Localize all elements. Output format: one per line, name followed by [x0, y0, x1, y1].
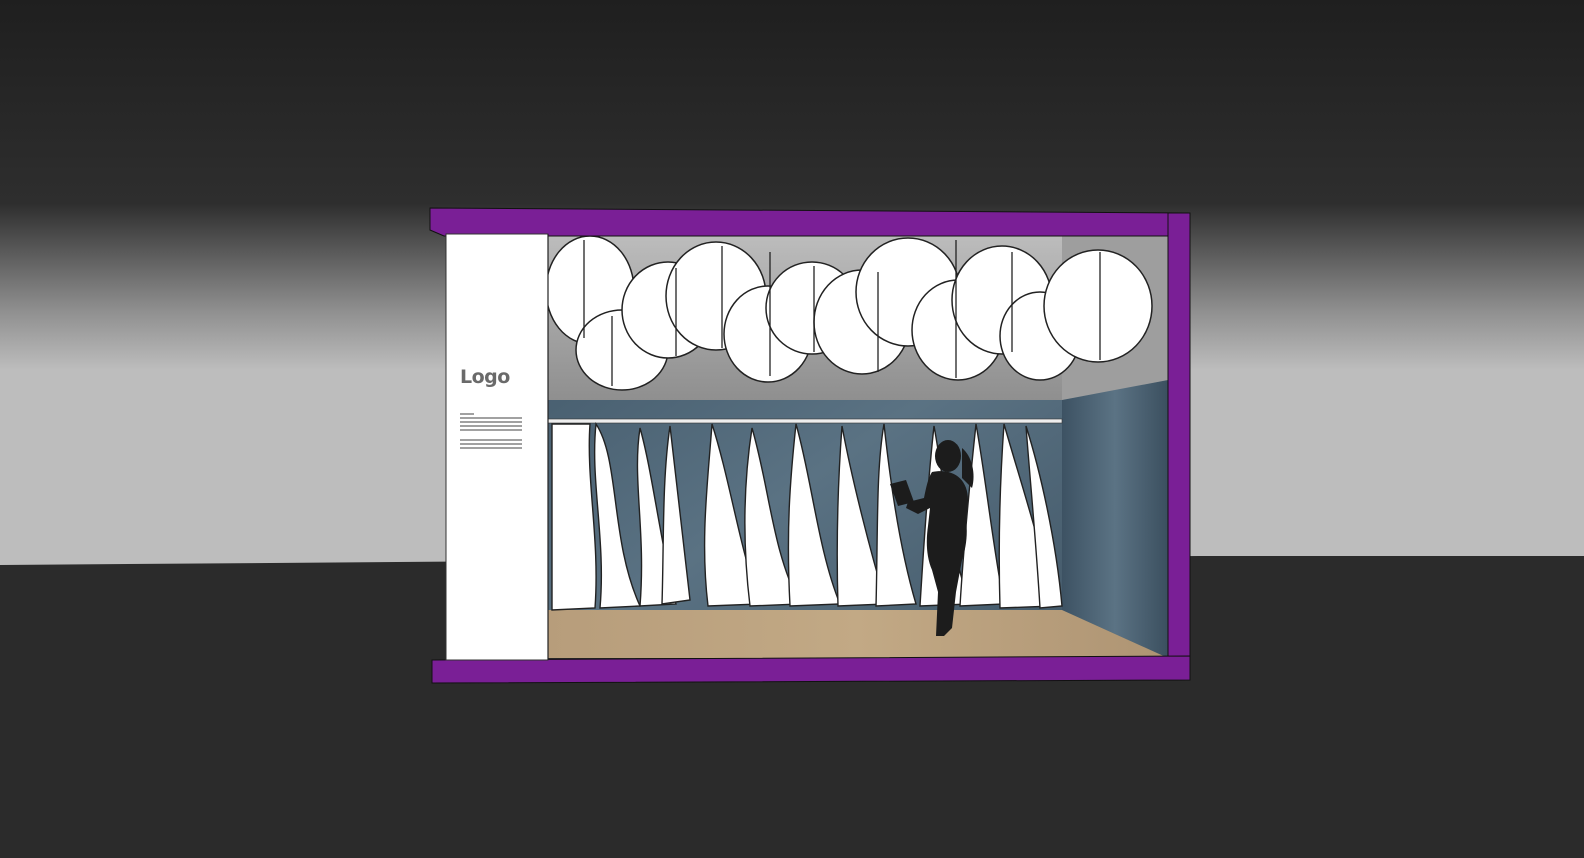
hanging-rail: [548, 418, 1063, 424]
logo-text: Logo: [460, 366, 510, 388]
frame-top: [429, 207, 1191, 237]
booth-rendering: [0, 0, 1584, 858]
placeholder-text-block: [460, 413, 522, 451]
frame-right: [1167, 212, 1191, 680]
floor: [548, 610, 1168, 658]
side-wall: [1062, 380, 1168, 658]
